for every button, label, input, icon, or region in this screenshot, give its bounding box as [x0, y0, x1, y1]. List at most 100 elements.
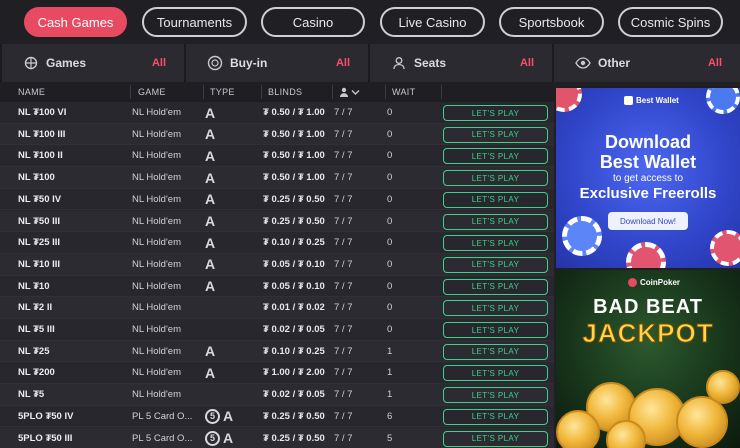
lets-play-button[interactable]: LET'S PLAY — [443, 300, 548, 317]
ad-headline-1: Download — [605, 132, 691, 152]
table-type: A — [205, 167, 215, 188]
table-row[interactable]: NL ₮200 NL Hold'em A ₮ 1.00 / ₮ 2.00 7 / 7 1 L… — [0, 362, 554, 385]
lets-play-button[interactable]: LET'S PLAY — [443, 105, 548, 121]
column-divider — [203, 85, 204, 99]
table-name: NL ₮10 — [18, 280, 50, 292]
table-game: NL Hold'em — [132, 258, 181, 270]
filter-seats[interactable]: Seats All — [370, 44, 552, 82]
lets-play-button[interactable]: LET'S PLAY — [443, 235, 548, 252]
table-type-icon: A — [205, 213, 216, 229]
table-type-icon: A — [205, 364, 216, 381]
column-divider — [332, 85, 333, 99]
table-game: NL Hold'em — [132, 389, 181, 401]
tab-cash-games[interactable]: Cash Games — [24, 7, 127, 37]
poker-chip-image — [710, 230, 740, 266]
table-game: NL Hold'em — [132, 280, 181, 292]
table-name: NL ₮200 — [18, 367, 55, 379]
tab-sportsbook[interactable]: Sportsbook — [499, 7, 604, 37]
header-blinds[interactable]: BLINDS — [268, 82, 302, 102]
table-seats: 7 / 7 — [334, 128, 353, 140]
table-game: NL Hold'em — [132, 193, 181, 205]
table-row[interactable]: NL ₮25 III NL Hold'em A ₮ 0.10 / ₮ 0.25 7 / … — [0, 232, 554, 254]
table-type: A — [205, 211, 215, 232]
filter-buy-in[interactable]: Buy-in All — [186, 44, 368, 82]
lets-play-button[interactable]: LET'S PLAY — [443, 256, 548, 273]
table-row[interactable]: NL ₮100 VI NL Hold'em A ₮ 0.50 / ₮ 1.00 7 / … — [0, 102, 554, 124]
lets-play-button[interactable]: LET'S PLAY — [443, 278, 548, 295]
lets-play-button[interactable]: LET'S PLAY — [443, 430, 548, 447]
table-wait: 0 — [387, 193, 393, 205]
table-name: NL ₮25 III — [18, 237, 61, 249]
table-row[interactable]: NL ₮50 III NL Hold'em A ₮ 0.25 / ₮ 0.50 7 / … — [0, 210, 554, 233]
lets-play-button[interactable]: LET'S PLAY — [443, 213, 548, 230]
table-row[interactable]: 5PLO ₮50 IV PL 5 Card O... 5 A ₮ 0.25 / ₮ 0.… — [0, 405, 554, 428]
table-game: NL Hold'em — [132, 172, 181, 184]
lets-play-button[interactable]: LET'S PLAY — [443, 322, 548, 338]
table-row[interactable]: NL ₮10 III NL Hold'em A ₮ 0.05 / ₮ 0.10 7 / … — [0, 253, 554, 276]
table-wait: 0 — [387, 237, 393, 249]
table-row[interactable]: NL ₮25 NL Hold'em A ₮ 0.10 / ₮ 0.25 7 / 7 1 LE… — [0, 340, 554, 363]
table-type: A — [205, 189, 215, 210]
table-game: NL Hold'em — [132, 150, 181, 162]
tab-live-casino[interactable]: Live Casino — [380, 7, 485, 37]
column-divider — [261, 85, 262, 99]
lets-play-button[interactable]: LET'S PLAY — [443, 148, 548, 165]
filter-bar: Games All Buy-in All Seats All Other All — [0, 44, 740, 82]
table-game: NL Hold'em — [132, 128, 181, 140]
lets-play-button[interactable]: LET'S PLAY — [443, 170, 548, 187]
lets-play-button[interactable]: LET'S PLAY — [443, 387, 548, 404]
table-row[interactable]: NL ₮5 III NL Hold'em ₮ 0.02 / ₮ 0.05 7 / 7 0… — [0, 319, 554, 341]
header-seats[interactable] — [339, 82, 360, 102]
table-type: 5A — [205, 428, 233, 448]
ad-bad-beat-jackpot[interactable]: CoinPoker BAD BEAT JACKPOT — [556, 270, 740, 448]
ad-best-wallet[interactable]: Best Wallet Download Best Wallet to get … — [556, 88, 740, 268]
lets-play-button[interactable]: LET'S PLAY — [443, 191, 548, 208]
table-type-icon: A — [223, 408, 234, 425]
table-blinds: ₮ 0.25 / ₮ 0.50 — [263, 432, 325, 444]
table-blinds: ₮ 0.02 / ₮ 0.05 — [263, 324, 325, 335]
table-blinds: ₮ 0.02 / ₮ 0.05 — [263, 389, 325, 401]
download-now-button[interactable]: Download Now! — [608, 212, 688, 230]
header-type[interactable]: TYPE — [210, 82, 235, 102]
table-type-icon: A — [223, 430, 234, 446]
table-seats: 7 / 7 — [334, 172, 353, 184]
ad-brand-name: Best Wallet — [636, 96, 679, 105]
table-wait: 0 — [387, 324, 393, 335]
lets-play-button[interactable]: LET'S PLAY — [443, 365, 548, 382]
cash-games-table: NAME GAME TYPE BLINDS WAIT NL ₮100 VI NL … — [0, 82, 554, 448]
table-row[interactable]: NL ₮5 NL Hold'em ₮ 0.02 / ₮ 0.05 7 / 7 1 LET'… — [0, 384, 554, 406]
header-name[interactable]: NAME — [18, 82, 45, 102]
filter-games[interactable]: Games All — [2, 44, 184, 82]
table-seats: 7 / 7 — [334, 324, 353, 335]
header-wait[interactable]: WAIT — [392, 82, 415, 102]
table-body: NL ₮100 VI NL Hold'em A ₮ 0.50 / ₮ 1.00 7 / … — [0, 102, 554, 448]
table-row[interactable]: NL ₮100 II NL Hold'em A ₮ 0.50 / ₮ 1.00 7 / … — [0, 145, 554, 168]
five-card-badge: 5 — [205, 430, 220, 446]
table-name: NL ₮2 II — [18, 302, 53, 314]
table-wait: 0 — [387, 150, 393, 162]
table-blinds: ₮ 0.10 / ₮ 0.25 — [263, 237, 325, 249]
chip-icon — [206, 54, 224, 72]
filter-other[interactable]: Other All — [554, 44, 740, 82]
header-game[interactable]: GAME — [138, 82, 166, 102]
table-blinds: ₮ 0.25 / ₮ 0.50 — [263, 193, 325, 205]
tab-casino[interactable]: Casino — [261, 7, 365, 37]
table-row[interactable]: NL ₮2 II NL Hold'em ₮ 0.01 / ₮ 0.02 7 / 7 0 L… — [0, 297, 554, 319]
table-seats: 7 / 7 — [334, 237, 353, 249]
table-row[interactable]: 5PLO ₮50 III PL 5 Card O... 5 A ₮ 0.25 / ₮ 0… — [0, 427, 554, 448]
tab-cosmic-spins[interactable]: Cosmic Spins — [618, 7, 723, 37]
table-name: NL ₮50 III — [18, 215, 61, 227]
table-type-icon: A — [205, 104, 216, 121]
table-blinds: ₮ 1.00 / ₮ 2.00 — [263, 367, 325, 379]
tab-tournaments[interactable]: Tournaments — [142, 7, 247, 37]
table-row[interactable]: NL ₮10 NL Hold'em A ₮ 0.05 / ₮ 0.10 7 / 7 0 LE… — [0, 275, 554, 298]
lets-play-button[interactable]: LET'S PLAY — [443, 126, 548, 143]
table-row[interactable]: NL ₮100 III NL Hold'em A ₮ 0.50 / ₮ 1.00 7 /… — [0, 123, 554, 146]
table-game: NL Hold'em — [132, 345, 181, 357]
table-row[interactable]: NL ₮50 IV NL Hold'em A ₮ 0.25 / ₮ 0.50 7 / 7… — [0, 188, 554, 211]
lets-play-button[interactable]: LET'S PLAY — [443, 343, 548, 360]
lets-play-button[interactable]: LET'S PLAY — [443, 408, 548, 425]
table-seats: 7 / 7 — [334, 280, 353, 292]
ad-headline-2: Best Wallet — [599, 152, 697, 172]
table-row[interactable]: NL ₮100 NL Hold'em A ₮ 0.50 / ₮ 1.00 7 / 7 0 L… — [0, 167, 554, 189]
